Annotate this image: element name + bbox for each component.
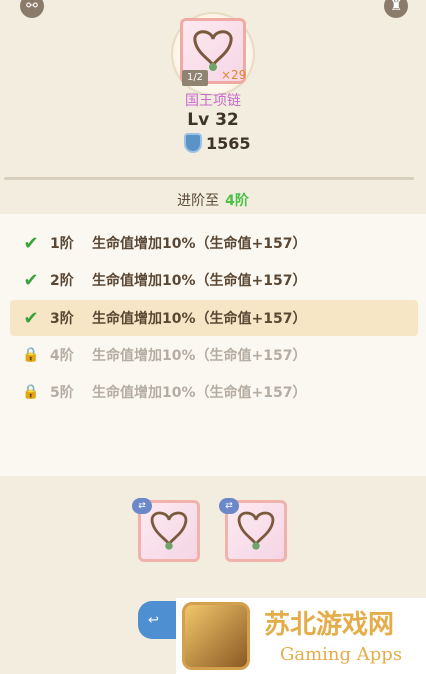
power-value: 1565	[206, 133, 251, 153]
tier-panel: ✔ 1阶 生命值增加10%（生命值+157） ✔ 2阶 生命值增加10%（生命值…	[0, 214, 426, 476]
advance-text: 进阶至	[177, 193, 220, 209]
tier-label: 1阶	[50, 236, 74, 252]
watermark-title: 苏北游戏网	[264, 610, 395, 640]
divider	[4, 177, 414, 180]
item-stack-badge: 1/2	[182, 70, 208, 86]
tier-desc: 生命值增加10%（生命值+157）	[92, 273, 307, 289]
advance-label: 进阶至 4阶	[0, 190, 426, 210]
tier-desc: 生命值增加10%（生命值+157）	[92, 385, 307, 401]
watermark-subtitle: Gaming Apps	[280, 644, 403, 665]
swap-icon[interactable]: ⇄	[219, 498, 239, 514]
swap-icon[interactable]: ⇄	[132, 498, 152, 514]
lock-icon: 🔒	[22, 347, 40, 363]
tier-row-5[interactable]: 🔒 5阶 生命值增加10%（生命值+157）	[10, 374, 418, 410]
tier-label: 4阶	[50, 348, 74, 364]
bag-icon[interactable]: ♜	[384, 0, 408, 18]
check-icon: ✔	[23, 232, 39, 254]
tier-desc: 生命值增加10%（生命值+157）	[92, 236, 307, 252]
tier-row-4[interactable]: 🔒 4阶 生命值增加10%（生命值+157）	[10, 337, 418, 373]
tier-row-2[interactable]: ✔ 2阶 生命值增加10%（生命值+157）	[10, 262, 418, 298]
tier-label: 5阶	[50, 385, 74, 401]
tier-label: 2阶	[50, 273, 74, 289]
watermark: 苏北游戏网 Gaming Apps	[176, 598, 426, 674]
link-icon[interactable]: ⚯	[20, 0, 44, 18]
tier-desc: 生命值增加10%（生命值+157）	[92, 311, 307, 327]
tier-label: 3阶	[50, 311, 74, 327]
item-level: Lv 32	[187, 110, 239, 130]
lock-icon: 🔒	[22, 384, 40, 400]
tier-row-3[interactable]: ✔ 3阶 生命值增加10%（生命值+157）	[10, 300, 418, 336]
tier-row-1[interactable]: ✔ 1阶 生命值增加10%（生命值+157）	[10, 225, 418, 261]
tier-desc: 生命值增加10%（生命值+157）	[92, 348, 307, 364]
shield-icon	[184, 133, 202, 153]
check-icon: ✔	[23, 269, 39, 291]
duck-logo-icon	[182, 602, 250, 670]
power-display: 1565	[184, 133, 251, 153]
item-count: ×29	[221, 68, 247, 82]
advance-value: 4阶	[225, 193, 249, 209]
item-name: 国王项链	[185, 93, 241, 109]
check-icon: ✔	[23, 307, 39, 329]
